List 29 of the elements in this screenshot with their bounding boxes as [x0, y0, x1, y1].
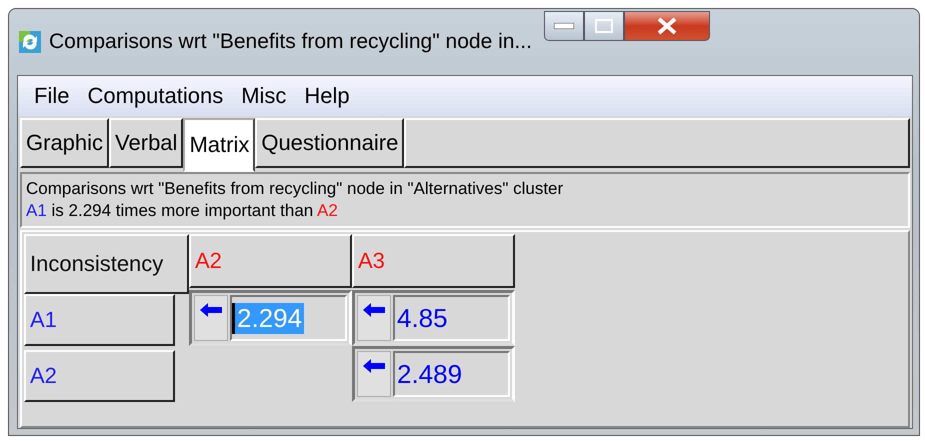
recycle-icon: [19, 31, 41, 53]
minimize-button[interactable]: [544, 11, 584, 41]
tab[interactable]: Verbal: [109, 118, 184, 168]
left-arrow-icon: [363, 358, 385, 374]
row-header[interactable]: A2: [24, 350, 175, 402]
left-arrow-icon: [200, 302, 222, 318]
menu-item[interactable]: File: [28, 83, 82, 109]
tab[interactable]: Questionnaire: [255, 118, 404, 168]
window-title: Comparisons wrt "Benefits from recycling" node in...: [49, 30, 532, 54]
tab[interactable]: Matrix: [183, 118, 256, 172]
minimize-icon: [554, 23, 574, 29]
left-arrow-icon: [363, 302, 385, 318]
menu-item[interactable]: Computations: [81, 83, 236, 109]
menu-item[interactable]: Misc: [235, 83, 298, 109]
importance-statement: A1 is 2.294 times more important than A2: [26, 200, 339, 222]
maximize-icon: [594, 19, 613, 33]
value-field[interactable]: 2.489: [393, 351, 510, 397]
maximize-button[interactable]: [584, 11, 624, 41]
menu-item[interactable]: Help: [298, 83, 362, 109]
direction-button[interactable]: [357, 351, 391, 397]
comparison-description: Comparisons wrt "Benefits from recycling" node in "Alternatives" cluster: [26, 178, 564, 200]
tab[interactable]: Graphic: [20, 118, 110, 168]
close-icon: [656, 17, 678, 35]
row-header[interactable]: A1: [24, 294, 175, 346]
close-button[interactable]: [624, 11, 710, 41]
value-field[interactable]: 4.85: [393, 295, 510, 341]
direction-button[interactable]: [357, 295, 391, 341]
direction-button[interactable]: [194, 295, 228, 341]
inconsistency-button[interactable]: Inconsistency: [24, 234, 189, 294]
